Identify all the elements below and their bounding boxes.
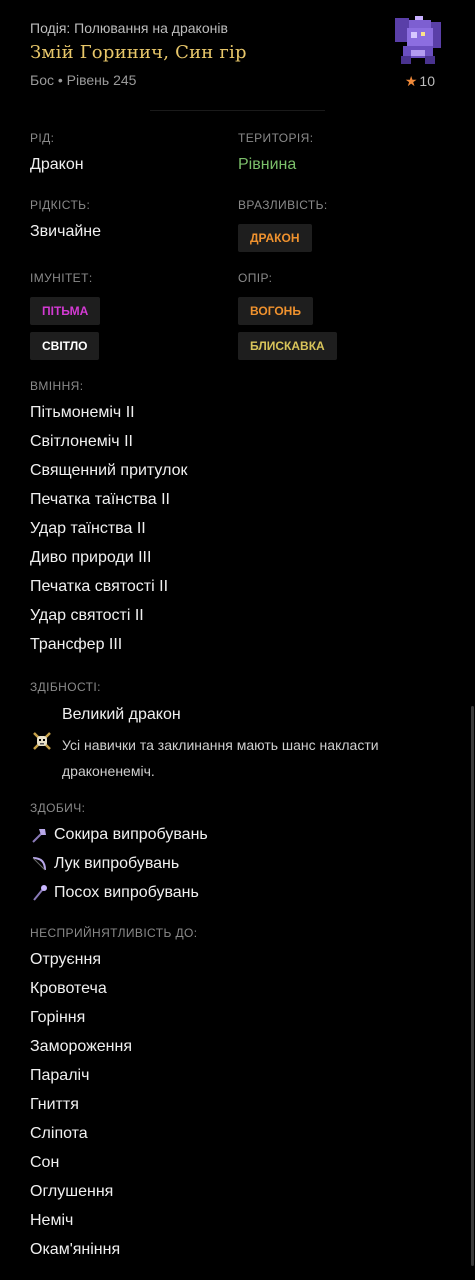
immunity-item: Оглушення (30, 1183, 114, 1200)
loot-label: ЗДОБИЧ: (30, 801, 86, 815)
immunity-tag-light: СВІТЛО (30, 332, 100, 360)
immunity-item: Горіння (30, 1009, 86, 1026)
star-icon: ★ (404, 73, 418, 89)
loot-item[interactable]: Посох випробувань (30, 884, 199, 902)
boss-subtitle: Бос • Рівень 245 (30, 72, 137, 88)
territory-value: Рівнина (238, 156, 297, 173)
scrollbar[interactable] (471, 706, 474, 1266)
dragon-avatar-icon (395, 16, 441, 64)
skill-item: Диво природи III (30, 549, 152, 566)
rarity-label: РІДКІСТЬ: (30, 198, 91, 212)
loot-item-label: Лук випробувань (54, 855, 180, 872)
loot-item[interactable]: Сокира випробувань (30, 826, 208, 844)
immunities-label: НЕСПРИЙНЯТЛИВІСТЬ ДО: (30, 926, 198, 940)
resist-tag-lightning: БЛИСКАВКА (238, 332, 337, 360)
star-count: 10 (419, 73, 435, 89)
immunity-tag-dark: ПІТЬМА (30, 297, 101, 325)
immunity-item: Отруєння (30, 951, 101, 968)
immunity-item: Сліпота (30, 1125, 88, 1142)
skill-item: Печатка святості II (30, 578, 169, 595)
immunity-label: ІМУНІТЕТ: (30, 271, 93, 285)
immunity-item: Замороження (30, 1038, 133, 1055)
axe-icon (32, 829, 46, 843)
immunity-item: Гниття (30, 1096, 79, 1113)
skill-item: Священний притулок (30, 462, 188, 479)
weakness-label: ВРАЗЛИВІСТЬ: (238, 198, 328, 212)
event-label: Подія: Полювання на драконів (30, 20, 228, 36)
skill-item: Удар таїнства II (30, 520, 146, 537)
rarity-value: Звичайне (30, 223, 102, 240)
weakness-tag-dragon: ДРАКОН (238, 224, 312, 252)
skill-item: Печатка таїнства II (30, 491, 170, 508)
ability-description: Усі навички та заклинання мають шанс нак… (62, 737, 379, 779)
immunity-item: Окам'яніння (30, 1241, 121, 1258)
loot-item-label: Посох випробувань (54, 884, 199, 901)
territory-label: ТЕРИТОРІЯ: (238, 131, 314, 145)
immunity-item: Сон (30, 1154, 60, 1171)
loot-item[interactable]: Лук випробувань (30, 855, 179, 873)
staff-icon (33, 885, 47, 901)
dragon-skull-icon (33, 732, 51, 750)
skill-item: Трансфер III (30, 636, 123, 653)
skill-item: Світлонеміч II (30, 433, 133, 450)
race-label: РІД: (30, 131, 55, 145)
bow-icon (32, 857, 46, 871)
boss-header: Подія: Полювання на драконів Змій Горини… (0, 0, 475, 112)
immunity-item: Кровотеча (30, 980, 107, 997)
immunity-item: Неміч (30, 1212, 74, 1229)
immunity-item: Параліч (30, 1067, 90, 1084)
abilities-label: ЗДІБНОСТІ: (30, 680, 101, 694)
resist-tag-fire: ВОГОНЬ (238, 297, 313, 325)
race-value: Дракон (30, 156, 84, 173)
boss-title: Змій Горинич, Син гір (30, 42, 247, 63)
ability-name: Великий дракон (62, 706, 181, 723)
skills-label: ВМІННЯ: (30, 379, 84, 393)
skill-item: Пітьмонеміч II (30, 404, 135, 421)
skill-item: Удар святості II (30, 607, 144, 624)
header-divider (150, 110, 325, 111)
resist-label: ОПІР: (238, 271, 273, 285)
star-rating: ★ 10 (405, 73, 435, 90)
loot-item-label: Сокира випробувань (54, 826, 208, 843)
